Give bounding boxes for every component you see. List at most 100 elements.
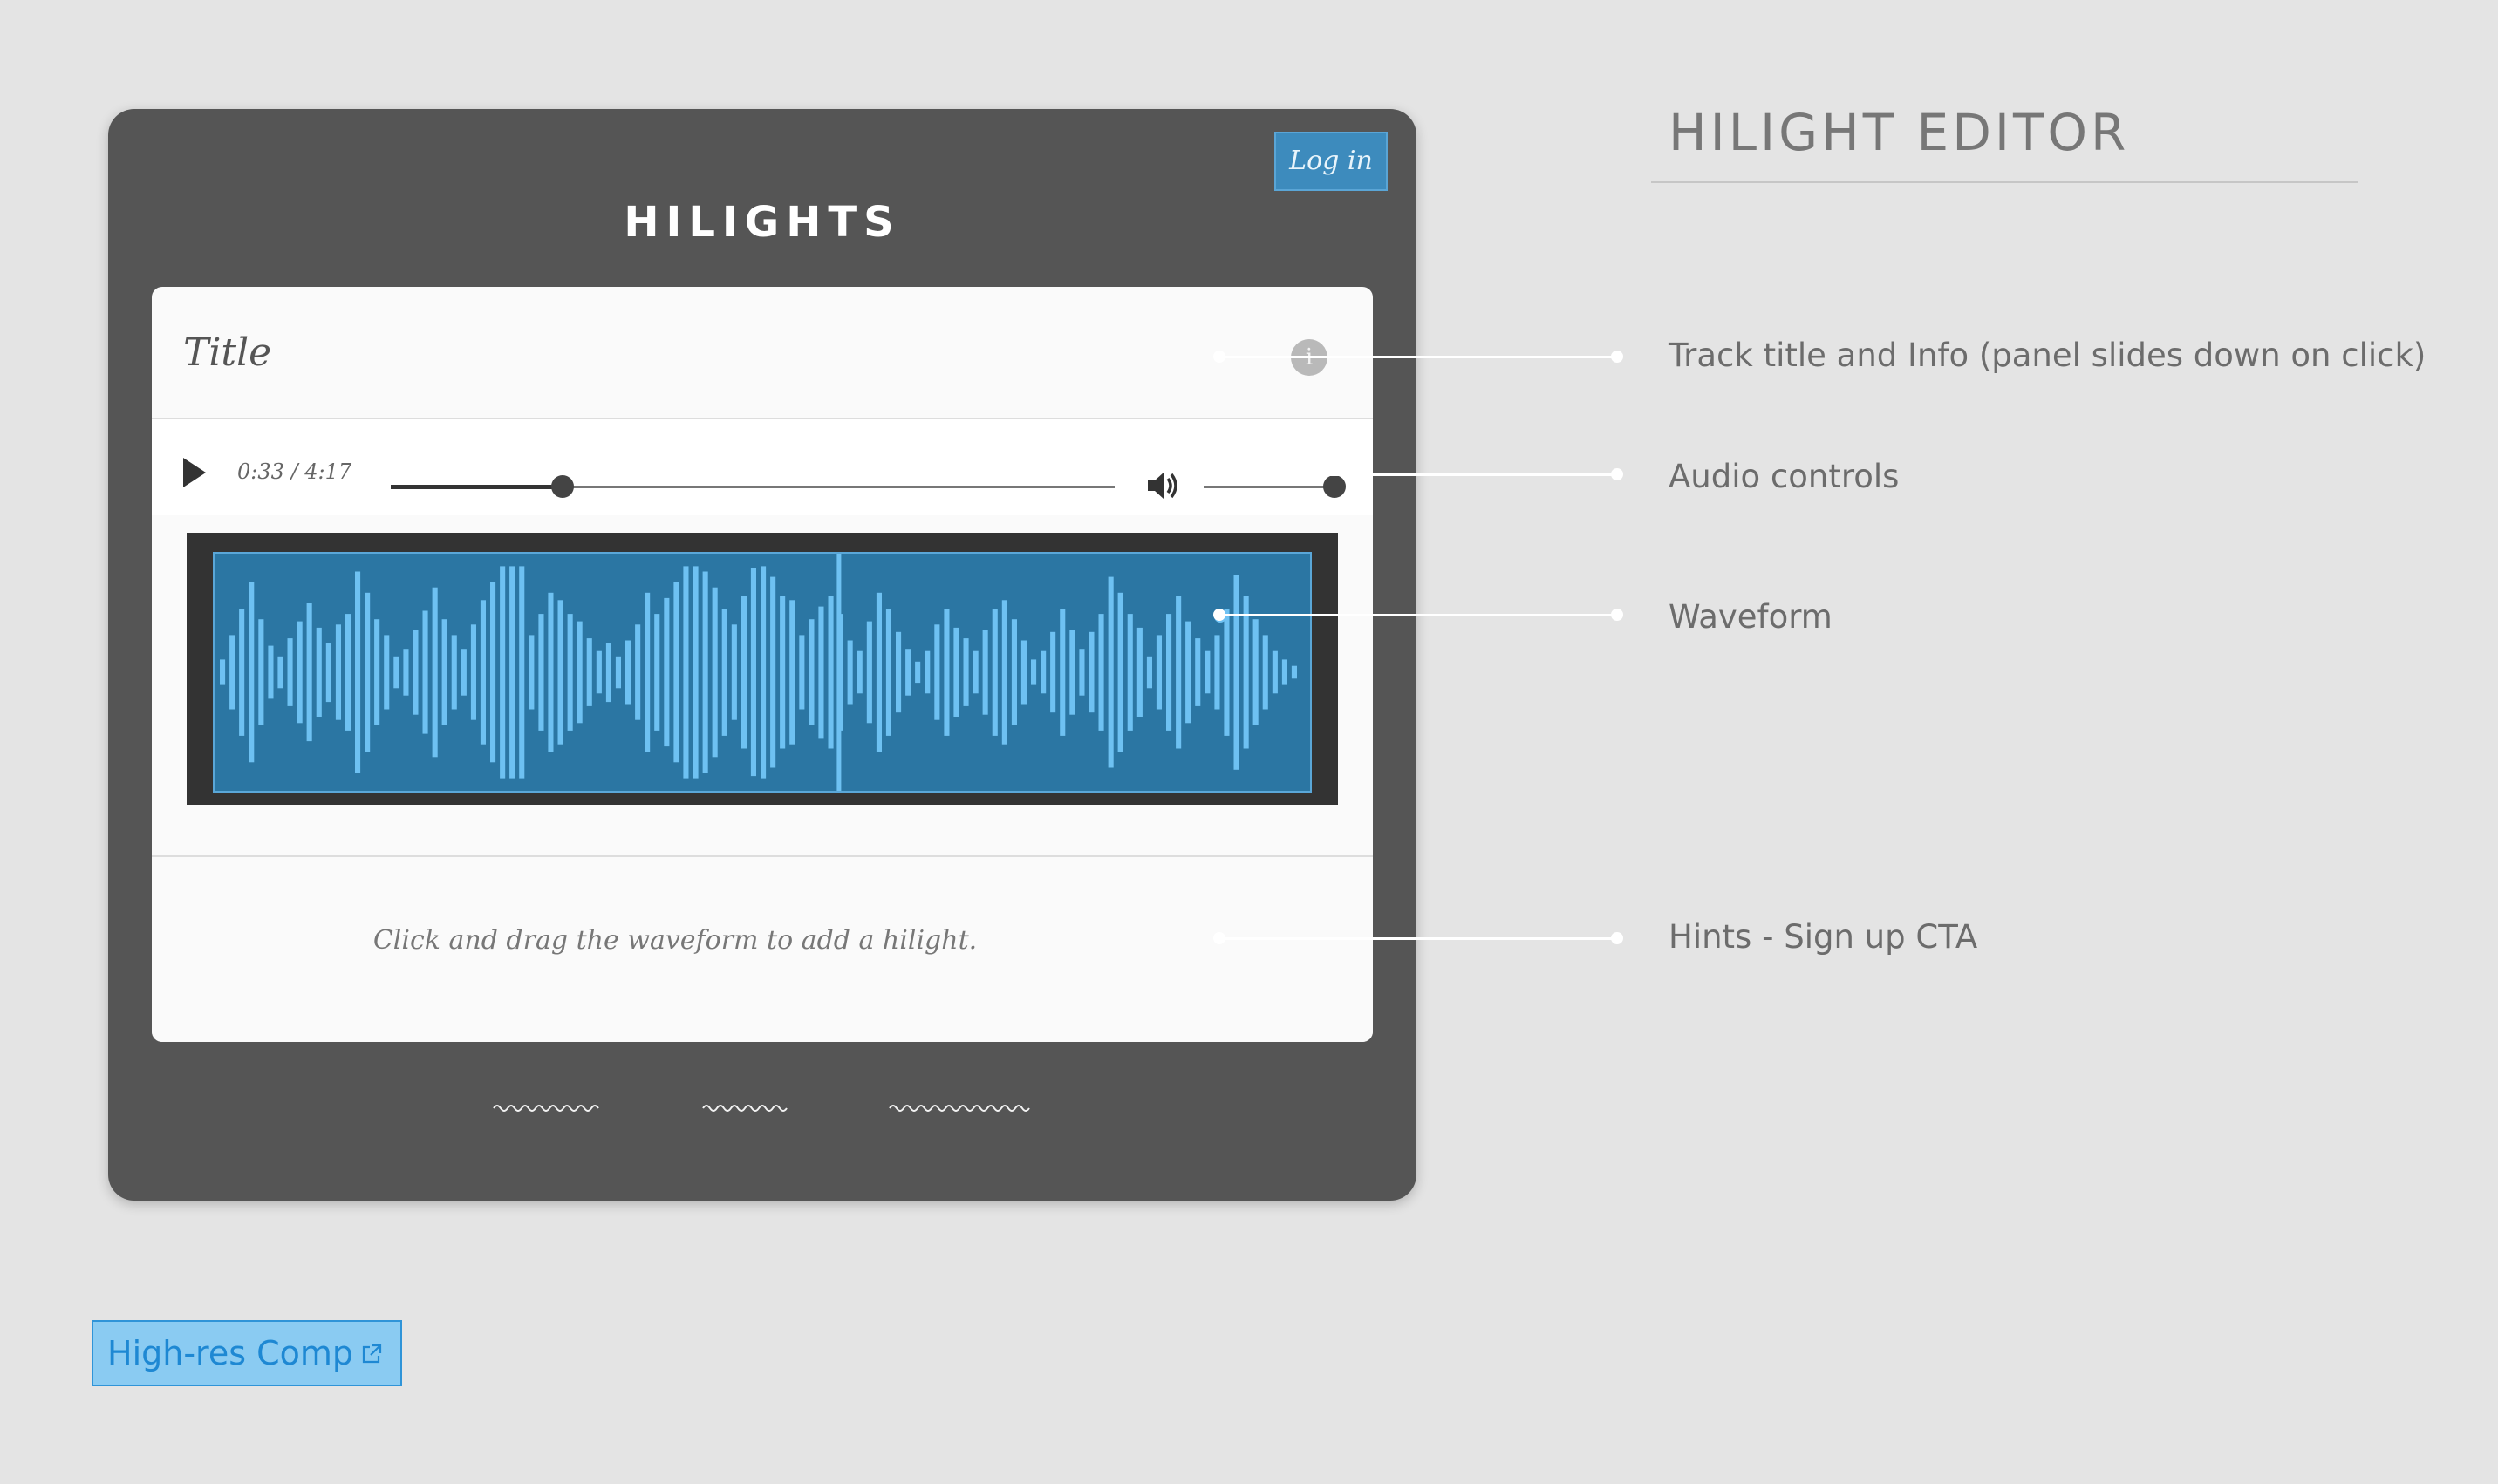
footer-link-2[interactable]: [701, 1101, 788, 1113]
waveform-bar: [1108, 576, 1114, 768]
waveform-bar: [876, 592, 882, 752]
waveform-bar: [413, 630, 419, 715]
waveform-bar: [1243, 596, 1249, 749]
waveform-bar: [693, 566, 699, 779]
waveform-bar: [1185, 621, 1191, 724]
waveform-bar: [567, 614, 573, 731]
waveform-bar: [982, 630, 988, 715]
waveform-bar: [721, 609, 727, 736]
waveform-bar: [277, 656, 283, 689]
seek-bar[interactable]: [391, 475, 1115, 498]
login-button[interactable]: Log in: [1274, 132, 1388, 191]
waveform-bar: [847, 640, 853, 705]
waveform-bar: [809, 619, 815, 725]
waveform-bar: [866, 621, 872, 724]
high-res-comp-button[interactable]: High-res Comp: [92, 1320, 402, 1386]
waveform-bar: [1146, 656, 1152, 689]
track-title[interactable]: Title: [183, 330, 271, 375]
seek-progress: [391, 485, 563, 489]
volume-handle[interactable]: [1323, 475, 1346, 498]
audio-controls: 0:33 / 4:17: [152, 419, 1373, 515]
waveform-bar: [538, 614, 544, 731]
callout-dot-end-waveform: [1611, 609, 1623, 621]
waveform-bar: [1117, 592, 1123, 752]
waveform-bar: [1041, 650, 1047, 694]
callout-line-audio: [1205, 473, 1617, 476]
volume-slider[interactable]: [1204, 475, 1346, 498]
waveform[interactable]: [215, 554, 1310, 791]
waveform-bar: [355, 571, 361, 773]
footer-link-3[interactable]: [888, 1101, 1031, 1113]
waveform-bar: [1060, 609, 1066, 736]
waveform-bar: [761, 566, 767, 779]
waveform-bar: [896, 631, 902, 713]
volume-icon[interactable]: [1146, 470, 1181, 501]
waveform-bar: [1166, 614, 1172, 731]
waveform-bar: [789, 600, 795, 745]
footer-link-1[interactable]: [492, 1101, 605, 1113]
callout-dot-end-hints: [1611, 932, 1623, 944]
waveform-bar: [1098, 614, 1104, 731]
waveform-bar: [605, 643, 611, 703]
waveform-bar: [673, 582, 679, 763]
heading-divider: [1651, 181, 2358, 183]
waveform-bar: [731, 624, 737, 720]
waveform-bar: [1214, 635, 1220, 710]
external-link-icon: [362, 1344, 382, 1364]
callout-dot-start-hints: [1213, 932, 1225, 944]
waveform-bar: [1224, 609, 1230, 736]
waveform-bar: [1252, 619, 1259, 725]
waveform-bar: [654, 614, 660, 731]
waveform-bar: [750, 568, 756, 777]
waveform-bar: [625, 640, 631, 705]
callout-title-info: Track title and Info (panel slides down …: [1669, 337, 2426, 374]
title-row[interactable]: Title i: [152, 287, 1373, 419]
callout-hints: Hints - Sign up CTA: [1669, 918, 1978, 956]
waveform-bar: [683, 566, 689, 779]
callout-dot-end-audio: [1611, 468, 1623, 480]
callout-audio-controls: Audio controls: [1669, 458, 1900, 495]
waveform-bar: [220, 659, 226, 685]
seek-handle[interactable]: [550, 475, 574, 498]
editor-heading: HILIGHT EDITOR: [1669, 103, 2130, 162]
callout-dot-start-waveform: [1213, 609, 1225, 621]
waveform-selection[interactable]: [213, 552, 1312, 793]
waveform-bar: [1020, 640, 1027, 705]
callout-line-waveform: [1219, 614, 1617, 616]
waveform-bar: [374, 619, 380, 725]
hint-panel: Click and drag the waveform to add a hil…: [152, 855, 1373, 1042]
waveform-bar: [1127, 614, 1133, 731]
waveform-bar: [461, 649, 467, 696]
waveform-bar: [451, 635, 457, 710]
editor-card: Title i 0:33 / 4:17 Cli: [152, 287, 1373, 1042]
waveform-bar: [470, 624, 476, 720]
waveform-bar: [645, 592, 651, 752]
waveform-bar: [1281, 659, 1287, 685]
waveform-bar: [490, 582, 496, 763]
waveform-bar: [1291, 665, 1297, 679]
callout-line-hints: [1219, 937, 1617, 940]
waveform-bar: [915, 661, 921, 684]
waveform-bar: [635, 624, 641, 720]
waveform-bar: [1001, 600, 1007, 745]
waveform-container[interactable]: [187, 533, 1338, 805]
waveform-bar: [384, 635, 390, 710]
waveform-bar: [615, 656, 621, 689]
waveform-bar: [828, 596, 834, 749]
waveform-bar: [500, 566, 506, 779]
playhead-marker[interactable]: [836, 554, 842, 791]
waveform-bar: [992, 609, 998, 736]
waveform-bar: [885, 609, 891, 736]
waveform-bar: [1156, 635, 1162, 710]
waveform-bar: [664, 597, 670, 747]
waveform-bar: [934, 624, 940, 720]
hint-text: Click and drag the waveform to add a hil…: [372, 925, 978, 956]
waveform-bar: [325, 643, 331, 703]
waveform-bar: [596, 650, 602, 694]
waveform-bar: [1176, 596, 1182, 749]
waveform-bar: [963, 638, 969, 706]
device-frame: Log in HILIGHTS Title i 0:33 / 4:17: [108, 109, 1416, 1201]
waveform-bar: [818, 606, 824, 739]
waveform-bar: [548, 592, 554, 752]
play-icon[interactable]: [183, 458, 206, 487]
